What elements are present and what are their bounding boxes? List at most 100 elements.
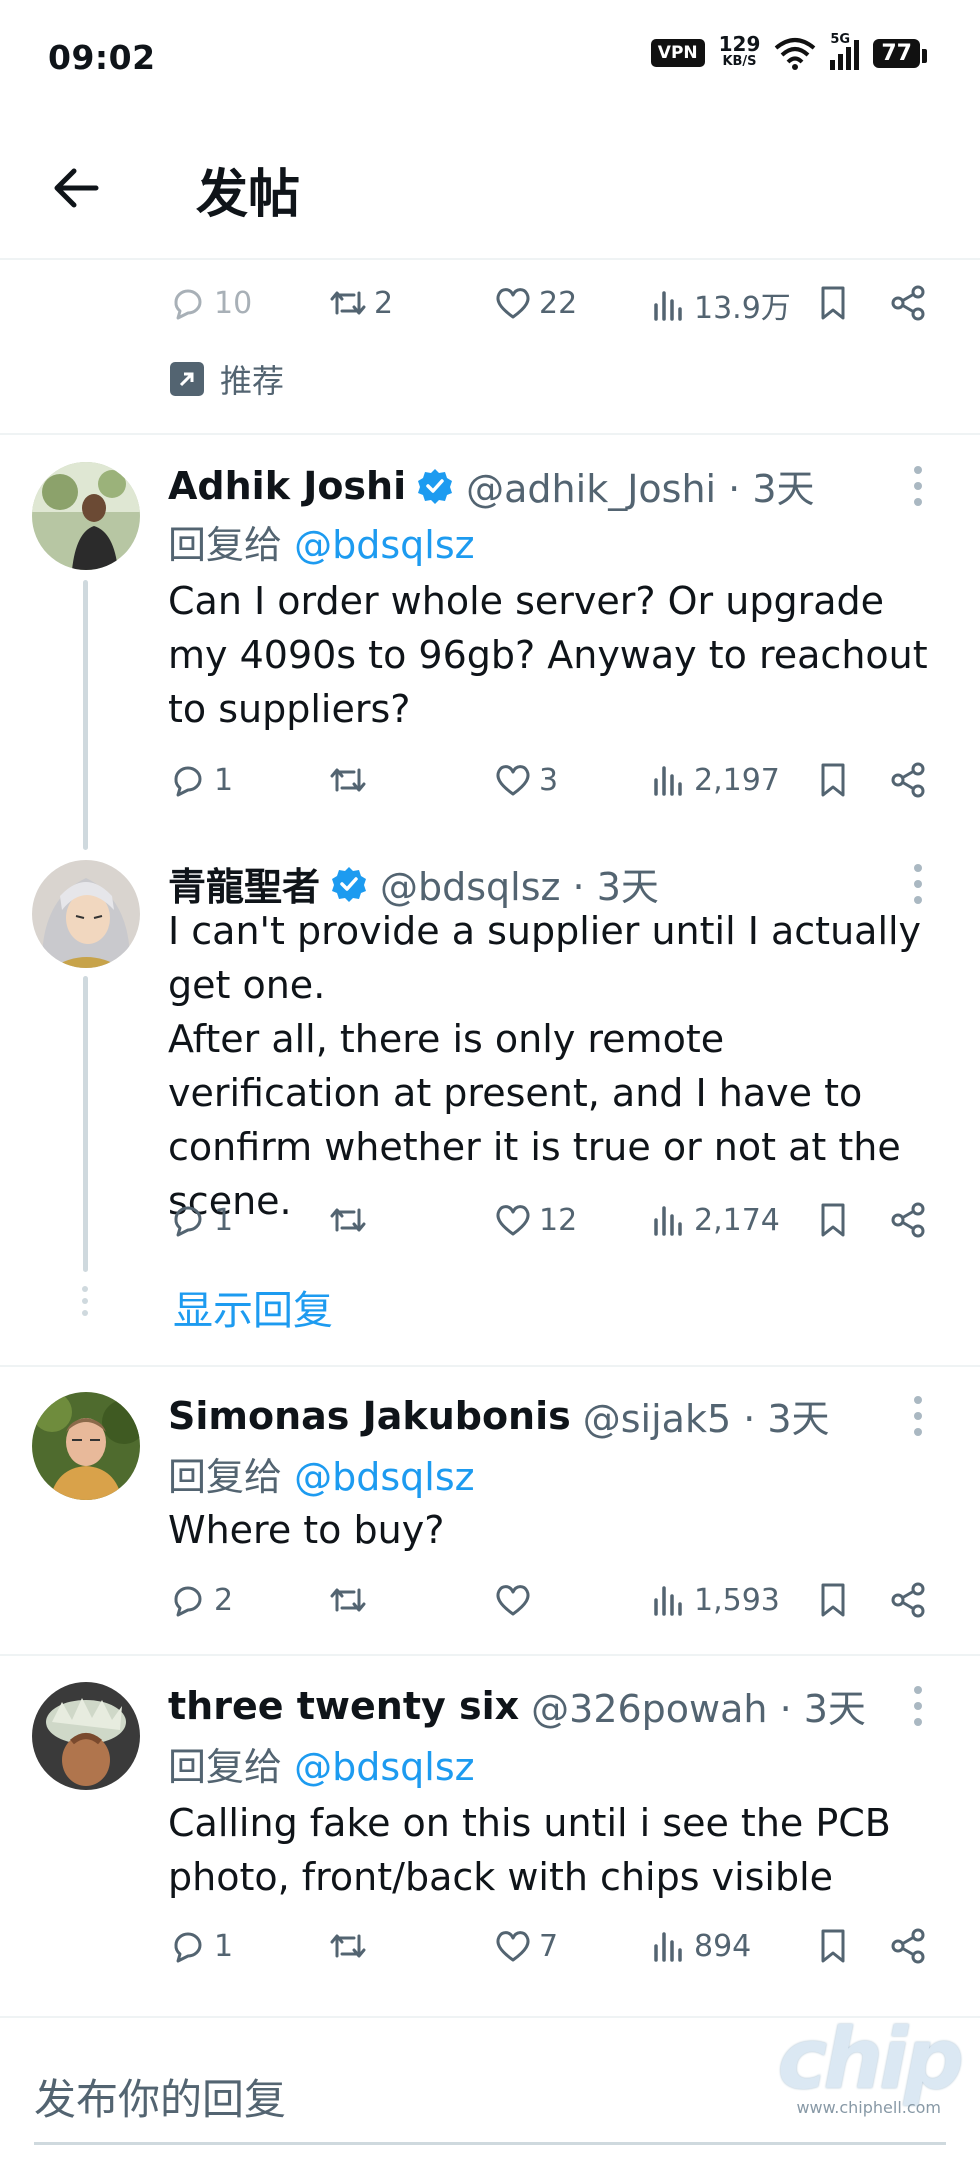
views-action[interactable]: 2,197 [648, 760, 780, 800]
reply-underline [34, 2142, 946, 2145]
bookmark-icon [821, 1583, 845, 1617]
avatar[interactable] [32, 1392, 140, 1500]
display-name[interactable]: Simonas Jakubonis [168, 1394, 571, 1438]
like-action[interactable] [493, 1580, 539, 1620]
bookmark-icon [821, 763, 845, 797]
display-name[interactable]: three twenty six [168, 1684, 519, 1728]
tweet-header: three twenty six @326powah · 3天 [168, 1678, 866, 1733]
reply-count: 1 [214, 1928, 234, 1964]
views-action[interactable]: 2,174 [648, 1200, 780, 1240]
tweet-action-bar: 2 1,593 [168, 1580, 938, 1630]
bookmark-action[interactable] [813, 1200, 853, 1240]
share-action[interactable] [888, 1580, 928, 1620]
repost-action[interactable] [328, 760, 374, 800]
replying-to: 回复给 @bdsqlsz [168, 514, 475, 569]
bookmark-action[interactable] [813, 283, 853, 323]
repost-action[interactable] [328, 1580, 374, 1620]
views-action[interactable]: 1,593 [648, 1580, 780, 1620]
avatar[interactable] [32, 462, 140, 570]
more-options-icon[interactable] [912, 1686, 924, 1726]
views-action[interactable]: 894 [648, 1926, 751, 1966]
repost-action[interactable] [328, 1200, 374, 1240]
like-action[interactable]: 22 [493, 283, 577, 323]
share-action[interactable] [888, 1926, 928, 1966]
share-action[interactable] [888, 760, 928, 800]
reply-prefix: 回复给 [168, 1455, 295, 1499]
share-action[interactable] [888, 1200, 928, 1240]
repost-action[interactable] [328, 1926, 374, 1966]
like-action[interactable]: 3 [493, 760, 558, 800]
handle-time: @sijak5 · 3天 [582, 1397, 830, 1441]
reply-action[interactable]: 10 [168, 283, 252, 323]
reply-action[interactable]: 1 [168, 1200, 233, 1240]
share-action[interactable] [888, 283, 928, 323]
verified-badge-icon [332, 866, 367, 902]
back-button[interactable] [48, 158, 108, 218]
views-count: 1,593 [694, 1582, 780, 1618]
heart-icon [496, 765, 530, 796]
arrow-up-right-icon [170, 362, 204, 396]
share-icon [891, 285, 925, 321]
views-action[interactable]: 13.9万 [648, 283, 791, 327]
tweet-header: Adhik Joshi @adhik_Joshi · 3天 [168, 458, 815, 513]
replying-to: 回复给 @bdsqlsz [168, 1446, 475, 1501]
like-action[interactable]: 12 [493, 1200, 577, 1240]
handle-time: @bdsqlsz · 3天 [380, 865, 659, 909]
section-divider [0, 433, 980, 435]
thread-line [83, 976, 88, 1272]
repost-action[interactable]: 2 [328, 283, 393, 323]
mention-link[interactable]: @bdsqlsz [294, 523, 474, 567]
recommend-link[interactable]: 推荐 [170, 356, 284, 402]
show-replies-link[interactable]: 显示回复 [173, 1278, 333, 1336]
heart-icon [496, 1585, 530, 1616]
views-icon [654, 1206, 682, 1236]
status-time: 09:02 [48, 38, 156, 77]
bookmark-action[interactable] [813, 1926, 853, 1966]
more-options-icon[interactable] [912, 466, 924, 506]
comment-icon [174, 1586, 202, 1617]
more-options-icon[interactable] [912, 864, 924, 904]
display-name[interactable]: Adhik Joshi [168, 464, 406, 508]
reply-prefix: 回复给 [168, 1745, 295, 1789]
reply-action[interactable]: 1 [168, 1926, 233, 1966]
views-icon [654, 1586, 682, 1616]
repost-icon [330, 1934, 366, 1958]
repost-count: 2 [374, 285, 394, 321]
display-name[interactable]: 青龍聖者 [168, 856, 320, 911]
speed-unit: KB/S [722, 54, 757, 69]
bookmark-action[interactable] [813, 1580, 853, 1620]
watermark-logo: chip www.chiphell.com [777, 2010, 964, 2117]
comment-icon [174, 1206, 202, 1237]
comment-icon [174, 289, 202, 320]
avatar[interactable] [32, 860, 140, 968]
like-action[interactable]: 7 [493, 1926, 558, 1966]
reply-input[interactable]: 发布你的回复 [34, 2066, 286, 2127]
handle-time: @326powah · 3天 [531, 1687, 866, 1731]
bookmark-icon [821, 1929, 845, 1963]
verified-badge-icon [418, 468, 453, 504]
bookmark-icon [821, 286, 845, 320]
avatar[interactable] [32, 1682, 140, 1790]
views-count: 2,174 [694, 1202, 780, 1238]
mention-link[interactable]: @bdsqlsz [294, 1745, 474, 1789]
bookmark-action[interactable] [813, 760, 853, 800]
repost-icon [330, 1588, 366, 1612]
top-action-bar: 10 2 22 13.9万 [168, 283, 938, 333]
status-icons: VPN 129 KB/S 5G 77 [650, 32, 927, 70]
repost-icon [330, 768, 366, 792]
thread-dots [82, 1286, 88, 1316]
reply-action[interactable]: 1 [168, 760, 233, 800]
reply-action[interactable]: 2 [168, 1580, 233, 1620]
tweet-text: Calling fake on this until i see the PCB… [168, 1801, 891, 1899]
more-options-icon[interactable] [912, 1396, 924, 1436]
views-icon [654, 291, 682, 321]
views-count: 894 [694, 1928, 752, 1964]
reply-count: 1 [214, 1202, 234, 1238]
mention-link[interactable]: @bdsqlsz [294, 1455, 474, 1499]
vpn-badge: VPN [650, 39, 705, 67]
tweet-header: 青龍聖者 @bdsqlsz · 3天 [168, 856, 659, 911]
views-icon [654, 1932, 682, 1962]
heart-icon [496, 1205, 530, 1236]
comment-icon [174, 1932, 202, 1963]
views-icon [654, 766, 682, 796]
